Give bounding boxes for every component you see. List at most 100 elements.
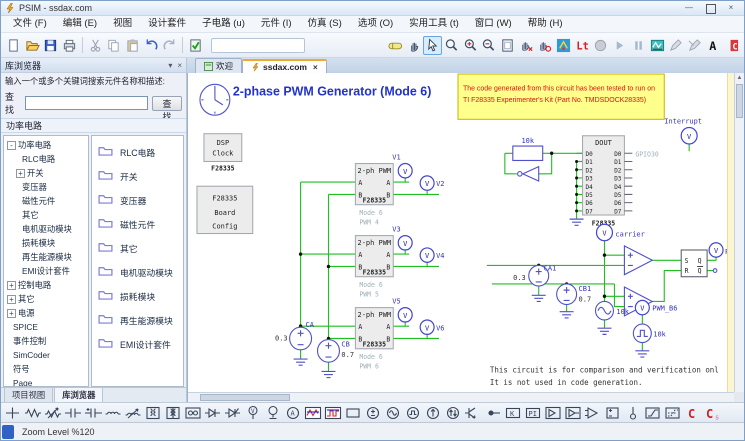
voltage-probe-icon[interactable]: V [243,404,263,422]
print-icon[interactable] [60,36,79,55]
source-ca1[interactable]: CA1 0.3 [513,263,556,286]
opamp-icon[interactable] [543,404,563,422]
folder-item-1[interactable]: 开关 [98,164,183,188]
capacitor-polar-icon[interactable] [83,404,103,422]
menu-item-10[interactable]: 帮助 (H) [520,16,571,32]
tab-close-icon[interactable]: × [313,63,318,72]
pwm-block-3[interactable]: 2-ph PWM A B A B F28335 Mode 6 PWM 6 [355,308,393,371]
tree-item-12[interactable]: +电源 [4,306,88,320]
transformer-icon[interactable] [143,404,163,422]
dout-block[interactable]: DOUT D0 D1 D2 D3 D4 D5 D6 D7 D0 [583,136,659,228]
undo-icon[interactable] [142,36,161,55]
tree-item-7[interactable]: 损耗模块 [4,236,88,250]
tab-welcome[interactable]: 欢迎 [195,58,242,73]
maximize-button[interactable] [701,3,719,14]
sim-check-icon[interactable] [186,36,205,55]
zoom-in-icon[interactable] [461,36,480,55]
pan-hand-icon[interactable] [405,36,424,55]
schematic-drawing[interactable]: 2-phase PWM Generator (Mode 6) The code … [188,73,734,392]
interrupt-probe[interactable]: Interrupt V [664,116,702,144]
folder-item-5[interactable]: 电机驱动模块 [98,260,183,284]
find-button[interactable]: 查找 [152,96,182,111]
ammeter-icon[interactable]: A [283,404,303,422]
menu-item-3[interactable]: 设计套件 [140,16,194,32]
zoom-out-icon[interactable] [479,36,498,55]
stop-icon[interactable] [592,36,611,55]
run-icon[interactable] [610,36,629,55]
folder-item-8[interactable]: EMI设计套件 [98,332,183,356]
dc-source-icon[interactable] [363,404,383,422]
cut-icon[interactable] [86,36,105,55]
tree-expand-icon[interactable]: + [7,295,16,304]
new-file-icon[interactable] [4,36,23,55]
folder-item-2[interactable]: 变压器 [98,188,183,212]
zoom-icon[interactable] [442,36,461,55]
subcircuit-box-icon[interactable] [343,404,363,422]
probe-view-icon[interactable] [554,36,573,55]
pwm-b6-probe[interactable]: V PWM_B6 [635,300,677,314]
pause-icon[interactable] [629,36,648,55]
toolbar-empty-field[interactable] [211,38,305,53]
menu-item-0[interactable]: 文件 (F) [5,16,55,32]
text-tool-icon[interactable]: A [704,36,723,55]
summer-icon[interactable] [603,404,623,422]
transistor-icon[interactable] [463,404,483,422]
tree-expand-icon[interactable]: + [7,309,16,318]
source-ca[interactable]: CA 0.3 [275,320,315,350]
pan-red-icon[interactable] [517,36,536,55]
pan-red2-icon[interactable] [536,36,555,55]
category-selector[interactable]: 功率电路 [1,118,186,133]
comparator-1[interactable] [624,246,652,275]
transformer2-icon[interactable] [163,404,183,422]
folder-item-7[interactable]: 再生能源模块 [98,308,183,332]
current-source2-icon[interactable] [443,404,463,422]
dsp-clock-block[interactable]: DSP Clock F28335 [204,134,242,173]
tree-item-6[interactable]: 电机驱动模块 [4,222,88,236]
diode-icon[interactable] [203,404,223,422]
copy-icon[interactable] [104,36,123,55]
half-red-icon[interactable]: C [722,36,741,55]
inductor2-icon[interactable] [123,404,143,422]
thyristor-icon[interactable] [223,404,243,422]
menu-item-2[interactable]: 视图 [105,16,140,32]
source-cb1[interactable]: CB1 0.7 [557,284,592,305]
folder-item-0[interactable]: RLC电路 [98,140,183,164]
voltage-probes[interactable]: V V1 V V2 V V3 V V4 V V5 V V6 [392,152,444,334]
sine-source-icon[interactable] [383,404,403,422]
close-button[interactable]: × [722,3,740,14]
lt-icon[interactable]: Lt [573,36,592,55]
pwm-block-1[interactable]: 2-ph PWM A B A B F28335 Mode 6 PWM 4 [355,164,393,227]
folder-item-3[interactable]: 磁性元件 [98,212,183,236]
select-cursor-icon[interactable] [423,36,442,55]
tree-item-17[interactable]: Page [4,376,88,387]
scope-icon[interactable] [303,404,323,422]
capacitor-icon[interactable] [63,404,83,422]
folder-item-6[interactable]: 损耗模块 [98,284,183,308]
tree-item-0[interactable]: -功率电路 [4,138,88,152]
voltage-probe2-icon[interactable] [263,404,283,422]
wire-plus-icon[interactable] [3,404,23,422]
capsule-icon[interactable] [386,36,405,55]
simview-icon[interactable] [648,36,667,55]
tree-item-4[interactable]: 磁性元件 [4,194,88,208]
source-cb[interactable]: CB 0.7 [318,340,355,363]
inductor-icon[interactable] [103,404,123,422]
horizontal-scrollbar[interactable] [188,392,734,402]
carrier-probe[interactable]: V carrier [597,224,645,240]
vertical-scrollbar[interactable]: ▲ [734,73,744,392]
open-folder-icon[interactable] [23,36,42,55]
tree-item-5[interactable]: 其它 [4,208,88,222]
sensor-icon[interactable] [623,404,643,422]
resistor-icon[interactable] [23,404,43,422]
wire-pencil2-icon[interactable] [685,36,704,55]
wire-pencil-icon[interactable] [666,36,685,55]
limiter-icon[interactable] [643,404,663,422]
panel-close-icon[interactable]: × [177,61,182,70]
menu-item-9[interactable]: 窗口 (W) [467,16,520,32]
menu-item-8[interactable]: 实用工具 (t) [401,16,467,32]
square-source[interactable]: 10k [633,324,666,343]
tree-expand-icon[interactable]: + [7,281,16,290]
node-dot-icon[interactable] [483,404,503,422]
resistor-10k[interactable]: 10k [513,136,543,161]
panel-collapse-icon[interactable]: ▾ [168,61,172,70]
